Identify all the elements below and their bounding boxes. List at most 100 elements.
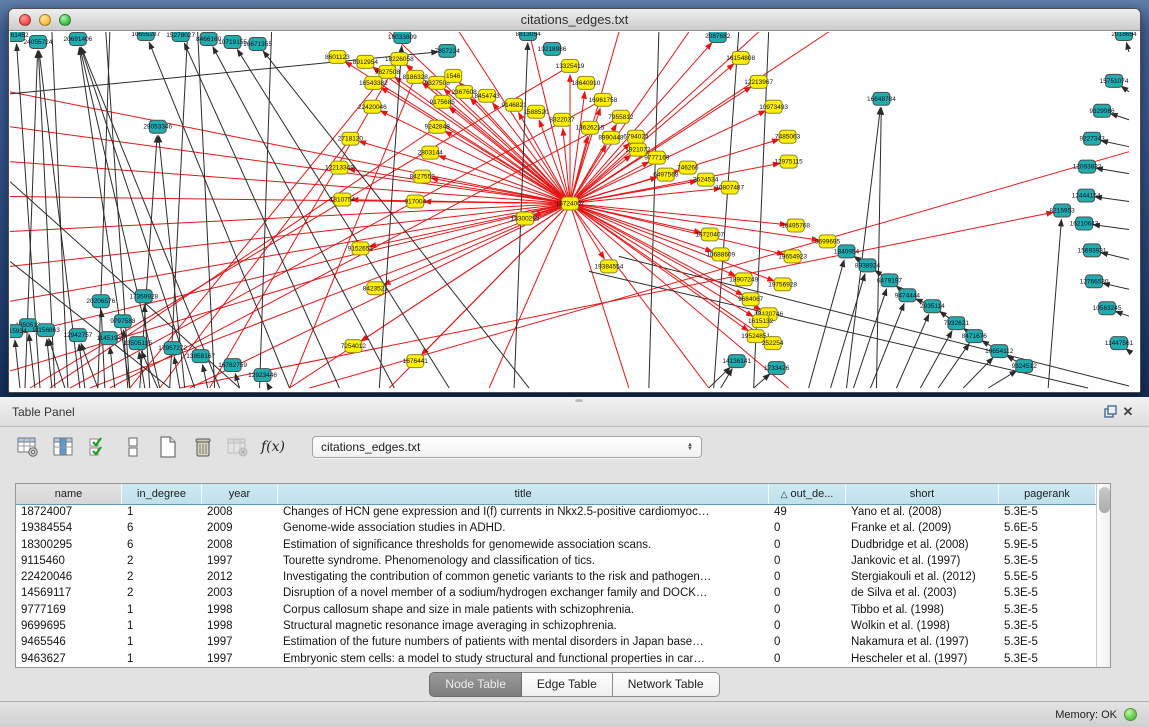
graph-edge[interactable] [29, 334, 35, 388]
show-column-button[interactable] [51, 435, 75, 459]
table-mode-button[interactable] [16, 435, 40, 459]
graph-node-label: 17359928 [129, 293, 158, 300]
graph-edge[interactable] [589, 271, 1088, 388]
graph-edge[interactable] [754, 374, 770, 388]
graph-edge[interactable] [570, 204, 765, 339]
cell-in_degree: 6 [122, 521, 202, 537]
tab-node-table[interactable]: Node Table [429, 672, 522, 697]
cell-name: 9115460 [16, 554, 122, 570]
table-row[interactable]: 969969511998Structural magnetic resonanc… [16, 619, 1096, 635]
graph-edge[interactable] [1101, 141, 1129, 147]
network-window-titlebar[interactable]: citations_edges.txt [9, 9, 1140, 31]
delete-table-button[interactable] [226, 435, 250, 459]
graph-edge[interactable] [149, 42, 289, 388]
float-window-icon[interactable] [1101, 403, 1119, 421]
graph-edge[interactable] [348, 169, 570, 204]
select-rows-button[interactable] [86, 435, 110, 459]
cell-out_degree: 0 [769, 619, 846, 635]
network-window: citations_edges.txt 18724007860112389129… [8, 8, 1141, 393]
graph-edge[interactable] [267, 383, 270, 388]
graph-edge[interactable] [361, 204, 570, 342]
graph-edge[interactable] [15, 340, 20, 388]
table-row[interactable]: 2242004622012Investigating the contribut… [16, 570, 1096, 586]
table-row[interactable]: 911546021997Tourette syndrome. Phenomeno… [16, 554, 1096, 570]
graph-edge[interactable] [10, 204, 570, 372]
tab-edge-table[interactable]: Edge Table [522, 672, 613, 697]
column-header-in_degree[interactable]: in_degree [122, 484, 202, 504]
tab-network-table[interactable]: Network Table [613, 672, 720, 697]
cell-name: 9463627 [16, 652, 122, 668]
column-header-out_degree[interactable]: △out_de... [769, 484, 846, 504]
graph-edge[interactable] [714, 32, 739, 388]
table-row[interactable]: 1830029562008Estimation of significance … [16, 538, 1096, 554]
network-canvas[interactable]: 1872400786011238912954182260589827508165… [10, 32, 1139, 391]
graph-edge[interactable] [1126, 43, 1129, 52]
graph-edge[interactable] [570, 204, 604, 259]
cell-out_degree: 49 [769, 505, 846, 521]
table-scrollbar[interactable] [1096, 484, 1110, 667]
table-row[interactable]: 977716911998Corpus callosum shape and si… [16, 603, 1096, 619]
graph-edge[interactable] [721, 369, 732, 388]
graph-edge[interactable] [25, 51, 38, 388]
table-row[interactable]: 1938455462009Genome-wide association stu… [16, 521, 1096, 537]
graph-edge[interactable] [570, 92, 585, 204]
graph-edge[interactable] [10, 204, 570, 337]
table-select-dropdown[interactable]: citations_edges.txt ▲▼ [312, 436, 702, 458]
graph-node-label: 9146821 [502, 102, 528, 109]
graph-edge[interactable] [489, 204, 570, 388]
delete-column-button[interactable] [191, 435, 215, 459]
table-row[interactable]: 946362711997Embryonic stem cells: a mode… [16, 652, 1096, 668]
column-header-year[interactable]: year [202, 484, 278, 504]
function-builder-button[interactable]: f(x) [261, 435, 285, 459]
graph-edge[interactable] [1048, 219, 1061, 388]
graph-edge[interactable] [854, 289, 887, 388]
close-window-button[interactable] [19, 14, 31, 26]
graph-edge[interactable] [260, 32, 272, 388]
graph-edge[interactable] [379, 46, 401, 388]
column-header-title[interactable]: title [278, 484, 769, 504]
graph-node-label: 9175685 [430, 99, 456, 106]
cell-name: 22420046 [16, 570, 122, 586]
graph-edge[interactable] [140, 136, 157, 388]
graph-edge[interactable] [870, 304, 904, 388]
graph-edge[interactable] [203, 365, 208, 388]
graph-edge[interactable] [213, 47, 394, 388]
zoom-window-button[interactable] [59, 14, 71, 26]
graph-edge[interactable] [896, 314, 928, 388]
graph-node-label: 8427552 [410, 174, 436, 181]
graph-node-label: 746266 [677, 165, 699, 172]
graph-edge[interactable] [938, 344, 969, 388]
scrollbar-thumb[interactable] [1099, 487, 1110, 513]
table-row[interactable]: 1456911722003Disruption of a novel membe… [16, 586, 1096, 602]
graph-edge[interactable] [380, 111, 570, 204]
cell-in_degree: 6 [122, 538, 202, 554]
new-column-button[interactable] [156, 435, 180, 459]
graph-node-label: 3624534 [693, 177, 719, 184]
graph-edge[interactable] [174, 357, 179, 388]
row-view-button[interactable] [121, 435, 145, 459]
graph-edge[interactable] [445, 131, 570, 203]
graph-edge[interactable] [920, 331, 952, 388]
graph-edge[interactable] [384, 204, 570, 285]
table-row[interactable]: 946554611997Estimation of the future num… [16, 635, 1096, 651]
graph-edge[interactable] [160, 139, 351, 388]
column-header-pagerank[interactable]: pagerank [999, 484, 1096, 504]
splitter-handle[interactable] [575, 398, 583, 402]
table-row[interactable]: 1872400712008Changes of HCN gene express… [16, 505, 1096, 521]
cell-out_degree: 0 [769, 652, 846, 668]
graph-edge[interactable] [110, 347, 115, 388]
graph-node-label: 18495768 [781, 222, 810, 229]
graph-edge[interactable] [1121, 86, 1129, 92]
cell-short: Nakamura et al. (1997) [846, 635, 999, 651]
graph-edge[interactable] [649, 32, 659, 388]
close-icon[interactable]: ✕ [1119, 403, 1137, 421]
graph-edge[interactable] [180, 212, 1054, 388]
minimize-window-button[interactable] [39, 14, 51, 26]
graph-edge[interactable] [101, 310, 105, 388]
graph-edge[interactable] [988, 371, 1016, 388]
graph-edge[interactable] [619, 256, 1129, 386]
column-header-name[interactable]: name [16, 484, 122, 504]
graph-node-label: 12942757 [63, 332, 92, 339]
column-header-short[interactable]: short [846, 484, 999, 504]
cell-in_degree: 2 [122, 586, 202, 602]
